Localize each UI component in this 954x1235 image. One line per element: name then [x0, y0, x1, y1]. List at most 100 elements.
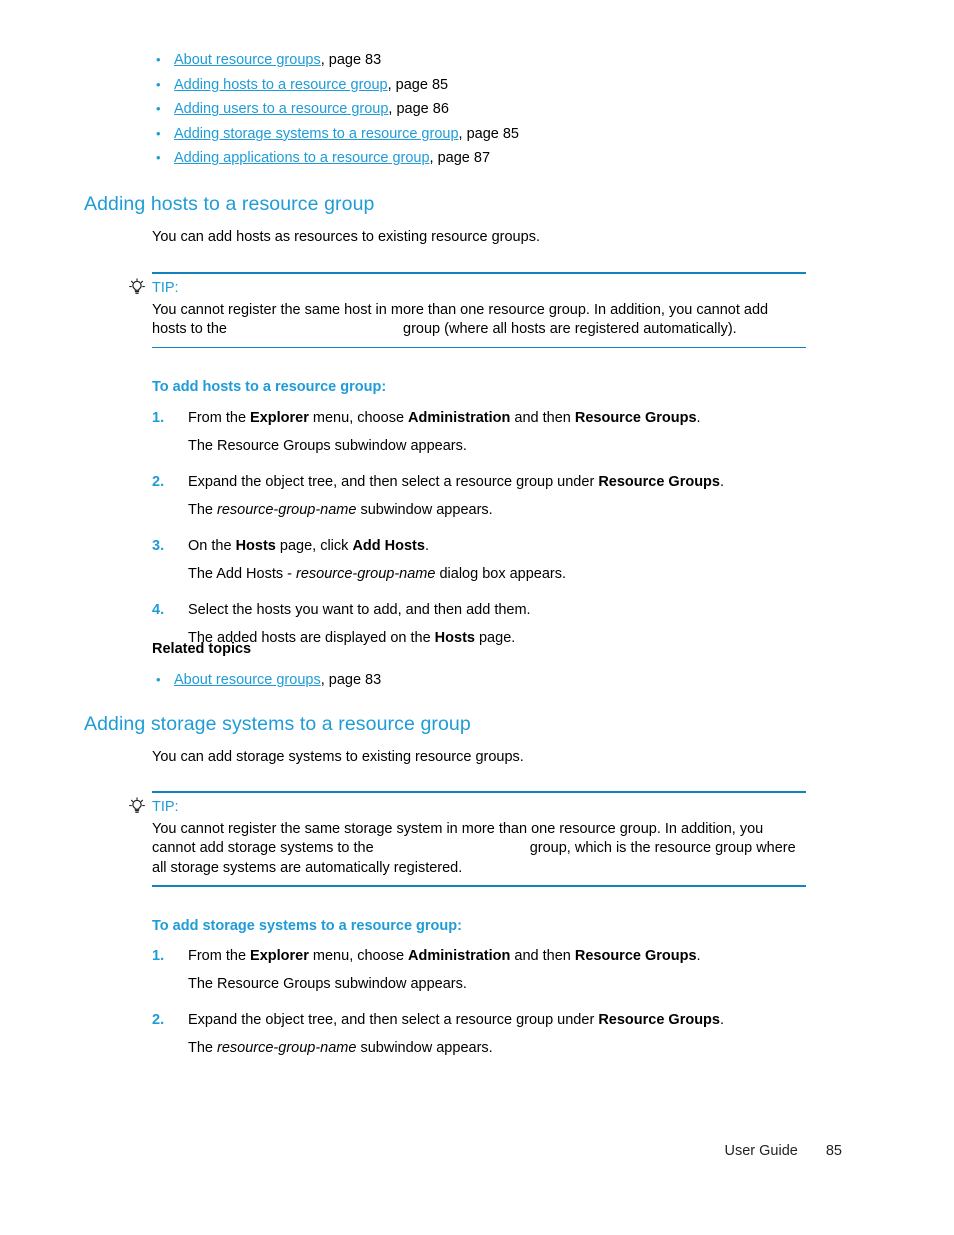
result-text: The: [188, 502, 218, 518]
procedure-steps-hosts: 1. From the Explorer menu, choose Adminis…: [152, 408, 832, 648]
topic-link[interactable]: Adding applications to a resource group: [174, 150, 430, 166]
topic-link[interactable]: Adding hosts to a resource group: [174, 77, 388, 93]
topic-link[interactable]: Adding users to a resource group: [174, 101, 388, 117]
step-item: 4. Select the hosts you want to add, and …: [152, 600, 832, 620]
step-text: .: [424, 538, 429, 554]
step-text: Select the hosts you want to add, and th…: [188, 602, 531, 618]
step-text: and then: [510, 948, 575, 964]
list-item[interactable]: • Adding storage systems to a resource g…: [152, 122, 832, 147]
related-topics-title: Related topics: [152, 641, 252, 657]
page-footer: User Guide 85: [0, 1143, 954, 1159]
result-text: dialog box appears.: [435, 566, 567, 582]
procedure-title-hosts: To add hosts to a resource group:: [152, 379, 387, 395]
step-text: menu, choose: [308, 948, 409, 964]
bullet-icon: •: [156, 101, 161, 117]
step-result: The Add Hosts - resource-group-name dial…: [152, 564, 832, 584]
topic-link[interactable]: Adding storage systems to a resource gro…: [174, 126, 459, 142]
result-text: The: [188, 1040, 218, 1056]
page-title-storage: Adding storage systems to a resource gro…: [84, 713, 471, 735]
step-result: The Resource Groups subwindow appears.: [188, 976, 467, 992]
tip-note-hosts: TIP: You cannot register the same host i…: [129, 272, 806, 349]
step-bold-term: Administration: [408, 948, 511, 964]
step-text: .: [696, 410, 701, 426]
list-item[interactable]: • About resource groups, page 83: [152, 668, 752, 693]
result-text: page.: [474, 630, 516, 646]
note-label: TIP:: [152, 798, 179, 815]
result-italic-term: resource-group-name: [296, 566, 436, 582]
step-number: 4.: [152, 602, 165, 618]
step-number: 3.: [152, 538, 165, 554]
topic-page-ref: , page 83: [320, 672, 382, 688]
result-text: subwindow appears.: [356, 502, 493, 518]
related-topics-list: • About resource groups, page 83: [152, 668, 752, 693]
step-bold-term: Resource Groups: [574, 948, 697, 964]
step-text: Expand the object tree, and then select …: [188, 1012, 599, 1028]
step-result: The resource-group-name subwindow appear…: [152, 1038, 832, 1058]
note-bottom-rule: [152, 346, 806, 349]
note-bottom-rule: [152, 885, 806, 887]
step-result: The added hosts are displayed on the Hos…: [152, 628, 832, 648]
document-page: • About resource groups, page 83 • Addin…: [0, 0, 954, 1235]
list-item[interactable]: • Adding users to a resource group, page…: [152, 97, 832, 122]
topic-link[interactable]: About resource groups: [174, 52, 321, 68]
tip-note-storage: TIP: You cannot register the same storag…: [129, 791, 806, 887]
step-text: From the: [188, 410, 251, 426]
result-italic-term: resource-group-name: [217, 502, 357, 518]
bullet-icon: •: [156, 125, 161, 141]
step-item: 2. Expand the object tree, and then selec…: [152, 472, 832, 492]
step-number: 1.: [152, 948, 165, 964]
step-text: and then: [510, 410, 575, 426]
step-text: Expand the object tree, and then select …: [188, 474, 599, 490]
step-bold-term: Administration: [408, 410, 511, 426]
list-item[interactable]: • Adding hosts to a resource group, page…: [152, 73, 832, 98]
step-number: 1.: [152, 410, 165, 426]
note-text-part2: group (where all hosts are registered au…: [399, 321, 737, 338]
step-text: page, click: [275, 538, 353, 554]
step-item: 1. From the Explorer menu, choose Adminis…: [152, 408, 832, 428]
step-text: .: [696, 948, 701, 964]
step-bold-term: Explorer: [250, 410, 309, 426]
note-body: You cannot register the same host in mor…: [152, 299, 806, 347]
step-bold-term: Add Hosts: [352, 538, 425, 554]
result-text: The Add Hosts -: [188, 566, 296, 582]
step-bold-term: Resource Groups: [598, 474, 720, 490]
step-number: 2.: [152, 1012, 165, 1028]
bullet-icon: •: [156, 150, 161, 166]
step-bold-term: Resource Groups: [598, 1012, 720, 1028]
note-body: You cannot register the same storage sys…: [152, 818, 806, 886]
step-text: .: [719, 474, 725, 490]
step-bold-term: Hosts: [235, 538, 276, 554]
step-result: The Resource Groups subwindow appears.: [188, 438, 467, 454]
topic-link-list: • About resource groups, page 83 • Addin…: [152, 48, 832, 171]
step-item: 2. Expand the object tree, and then selec…: [152, 1010, 832, 1030]
topic-link[interactable]: About resource groups: [174, 672, 321, 688]
footer-page-number: 85: [825, 1143, 842, 1159]
lightbulb-icon: [128, 277, 146, 296]
step-bold-term: Explorer: [250, 948, 309, 964]
bullet-icon: •: [156, 52, 161, 67]
bullet-icon: •: [156, 672, 161, 687]
list-item[interactable]: • Adding applications to a resource grou…: [152, 146, 832, 171]
step-text: On the: [188, 538, 236, 554]
topic-page-ref: , page 85: [458, 125, 519, 142]
topic-page-ref: , page 83: [320, 52, 382, 68]
step-bold-term: Resource Groups: [574, 410, 697, 426]
section-intro-hosts: You can add hosts as resources to existi…: [152, 229, 540, 245]
step-item: 1. From the Explorer menu, choose Adminis…: [152, 946, 832, 966]
topic-page-ref: , page 86: [388, 101, 449, 118]
page-title-hosts: Adding hosts to a resource group: [84, 193, 375, 215]
bullet-icon: •: [156, 76, 161, 92]
list-item[interactable]: • About resource groups, page 83: [152, 48, 832, 73]
result-italic-term: resource-group-name: [217, 1040, 357, 1056]
note-label: TIP:: [152, 279, 179, 296]
section-intro-storage: You can add storage systems to existing …: [152, 749, 524, 765]
note-header: TIP:: [129, 793, 806, 818]
procedure-title-storage: To add storage systems to a resource gro…: [152, 918, 462, 934]
topic-page-ref: , page 85: [387, 76, 449, 93]
topic-page-ref: , page 87: [429, 150, 491, 167]
result-bold-term: Hosts: [434, 630, 475, 646]
step-text: From the: [188, 948, 251, 964]
procedure-steps-storage: 1. From the Explorer menu, choose Adminis…: [152, 946, 832, 1058]
step-number: 2.: [152, 474, 165, 490]
step-text: .: [719, 1012, 725, 1028]
